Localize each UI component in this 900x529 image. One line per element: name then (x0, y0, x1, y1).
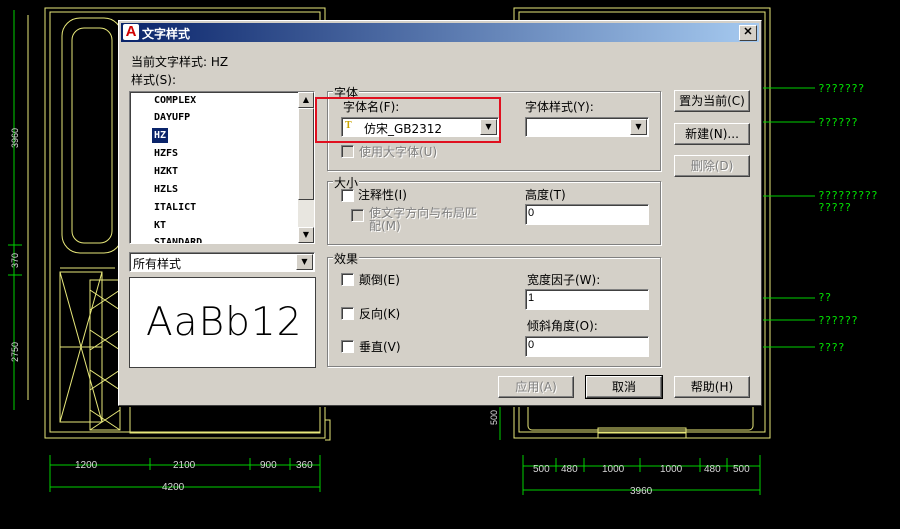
list-item[interactable]: HZKT (152, 164, 180, 179)
svg-text:480: 480 (704, 464, 721, 475)
upside-down-label: 颠倒(E) (359, 273, 400, 287)
style-filter-value: 所有样式 (133, 257, 182, 271)
autocad-app-icon: A (123, 24, 139, 40)
height-label: 高度(T) (525, 188, 566, 202)
styles-label: 样式(S): (131, 73, 177, 87)
svg-text:500: 500 (533, 464, 550, 475)
font-style-label: 字体样式(Y): (525, 100, 594, 114)
annotation-leaders (760, 87, 815, 348)
svg-text:370: 370 (10, 253, 20, 268)
svg-text:500: 500 (489, 410, 499, 425)
close-icon: ✕ (743, 26, 753, 38)
help-button[interactable]: 帮助(H) (674, 376, 750, 398)
chevron-down-icon: ▼ (301, 257, 308, 266)
scroll-thumb[interactable] (298, 108, 314, 200)
list-item[interactable]: DAYUFP (152, 110, 192, 125)
close-button[interactable]: ✕ (739, 25, 757, 41)
svg-text:2750: 2750 (10, 342, 20, 362)
new-style-button[interactable]: 新建(N)... (674, 123, 750, 145)
svg-text:1000: 1000 (660, 464, 683, 475)
svg-text:900: 900 (260, 460, 277, 471)
width-factor-label: 宽度因子(W): (527, 273, 601, 287)
list-item[interactable]: ITALICT (152, 200, 198, 215)
list-item[interactable]: HZFS (152, 146, 180, 161)
svg-text:4200: 4200 (162, 482, 185, 493)
svg-text:480: 480 (561, 464, 578, 475)
height-input[interactable]: 0 (525, 204, 649, 225)
oblique-angle-input[interactable]: 0 (525, 336, 649, 357)
arrow-down-icon: ▼ (302, 230, 310, 239)
dropdown-button[interactable]: ▼ (296, 254, 313, 270)
annotation-label: ?????? (818, 314, 858, 327)
list-item[interactable]: KT (152, 218, 168, 233)
annotation-label: ?????? (818, 116, 858, 129)
backwards-checkbox[interactable] (341, 307, 354, 320)
arrow-up-icon: ▲ (302, 95, 310, 104)
svg-text:3960: 3960 (630, 486, 653, 497)
upside-down-checkbox[interactable] (341, 273, 354, 286)
chevron-down-icon: ▼ (635, 122, 642, 131)
annotation-label: ????????? ????? (818, 189, 878, 214)
effects-group-legend: 效果 (333, 250, 360, 267)
scroll-up-button[interactable]: ▲ (298, 92, 314, 108)
annotation-highlight-box (315, 97, 501, 143)
style-list[interactable]: COMPLEX DAYUFP HZ HZFS HZKT HZLS ITALICT… (129, 91, 315, 244)
use-big-font-label: 使用大字体(U) (359, 145, 438, 159)
style-preview: AaBb12 (129, 277, 316, 368)
svg-text:3960: 3960 (10, 128, 20, 148)
annotative-checkbox[interactable] (341, 189, 354, 202)
width-factor-input[interactable]: 1 (525, 289, 649, 310)
style-list-scrollbar[interactable]: ▲ ▼ (298, 92, 314, 243)
oblique-angle-label: 倾斜角度(O): (527, 319, 598, 333)
annotation-label: ?? (818, 291, 832, 304)
list-item[interactable]: STANDARD (152, 235, 204, 243)
title-bar[interactable]: A 文字样式 ✕ (121, 23, 759, 42)
match-orientation-label: 使文字方向与布局匹配(M) (369, 206, 478, 233)
style-filter-select[interactable]: 所有样式 ▼ (129, 252, 315, 272)
backwards-label: 反向(K) (359, 307, 401, 321)
svg-text:1000: 1000 (602, 464, 625, 475)
cancel-button[interactable]: 取消 (585, 375, 663, 399)
text-style-dialog: A 文字样式 ✕ 当前文字样式: HZ 样式(S): COMPLEX DAYUF… (118, 20, 762, 406)
dropdown-button[interactable]: ▼ (630, 119, 647, 135)
annotative-label: 注释性(I) (358, 188, 407, 202)
svg-text:500: 500 (733, 464, 750, 475)
current-style-label: 当前文字样式: HZ (131, 55, 229, 69)
svg-text:2100: 2100 (173, 460, 196, 471)
svg-text:360: 360 (296, 460, 313, 471)
match-orientation-checkbox[interactable] (351, 209, 364, 222)
scroll-down-button[interactable]: ▼ (298, 227, 314, 243)
vertical-checkbox[interactable] (341, 340, 354, 353)
vertical-label: 垂直(V) (359, 340, 401, 354)
list-item-selected[interactable]: HZ (152, 128, 169, 143)
list-item[interactable]: HZLS (152, 182, 180, 197)
use-big-font-checkbox[interactable] (341, 145, 354, 158)
annotation-label: ???? (818, 341, 845, 354)
list-item[interactable]: COMPLEX (152, 93, 198, 108)
font-style-select[interactable]: ▼ (525, 117, 649, 137)
apply-button[interactable]: 应用(A) (498, 376, 574, 398)
svg-text:1200: 1200 (75, 460, 98, 471)
annotation-label: ??????? (818, 82, 865, 95)
delete-style-button[interactable]: 删除(D) (674, 155, 750, 177)
preview-text: AaBb12 (146, 300, 303, 345)
set-current-button[interactable]: 置为当前(C) (674, 90, 750, 112)
dialog-title: 文字样式 (142, 27, 191, 41)
